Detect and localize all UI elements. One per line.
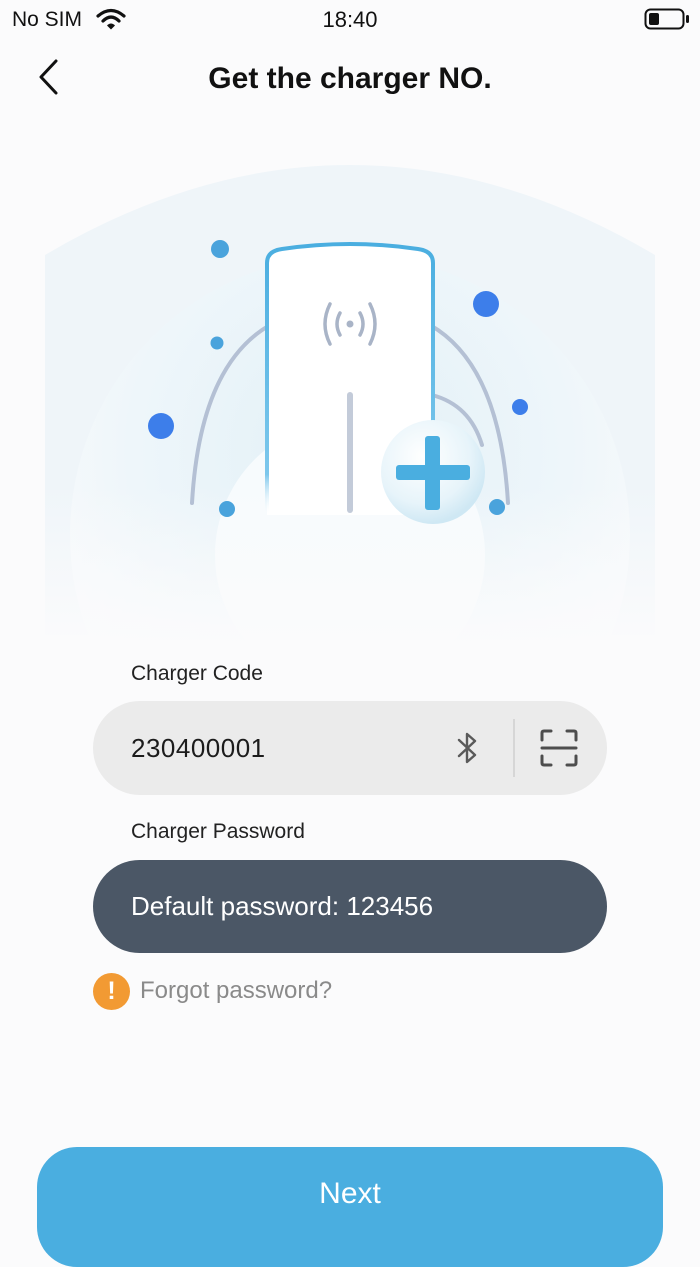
nav-bar: Get the charger NO. bbox=[0, 48, 700, 108]
bluetooth-icon[interactable] bbox=[451, 730, 483, 766]
field-divider bbox=[513, 719, 515, 777]
scan-icon[interactable] bbox=[539, 728, 579, 768]
warning-icon: ! bbox=[93, 973, 130, 1010]
next-button[interactable]: Next bbox=[37, 1147, 663, 1267]
charger-code-value[interactable]: 230400001 bbox=[131, 733, 266, 764]
password-placeholder: Default password: 123456 bbox=[131, 891, 434, 921]
page-title: Get the charger NO. bbox=[208, 62, 492, 95]
charger-code-field[interactable]: 230400001 bbox=[93, 701, 607, 795]
next-button-label: Next bbox=[319, 1177, 381, 1210]
charger-password-label: Charger Password bbox=[131, 820, 305, 843]
charger-code-label: Charger Code bbox=[131, 662, 263, 685]
battery-icon bbox=[644, 8, 689, 30]
forgot-password-label[interactable]: Forgot password? bbox=[140, 977, 332, 1005]
status-bar: No SIM 18:40 bbox=[0, 0, 700, 40]
status-time: 18:40 bbox=[322, 7, 378, 32]
charger-password-field[interactable]: Default password: 123456 bbox=[93, 860, 607, 953]
charger-add-illustration bbox=[0, 165, 700, 645]
